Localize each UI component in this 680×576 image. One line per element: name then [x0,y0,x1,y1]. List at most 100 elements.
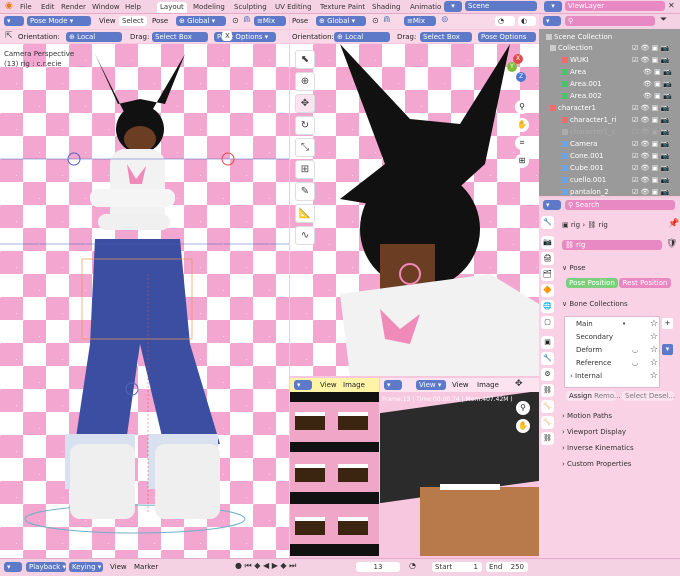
drag-dropdown[interactable]: Select Box [152,32,208,42]
outliner-row[interactable]: character1_c ☐ 👁 ▣ 📷 [540,127,680,138]
star-icon[interactable]: ☆ [650,331,658,344]
image-editor-1-view-menu[interactable]: View [320,380,337,390]
data-tab-icon[interactable]: 🦴 [541,400,554,413]
outliner-row[interactable]: Cube.001 ☑ 👁 ▣ 📷 [540,163,680,174]
tab-shading[interactable]: Shading [369,2,403,13]
grid-icon[interactable]: ⊞ [515,154,529,168]
play-icon[interactable]: ▶ [272,561,278,570]
menu-window[interactable]: Window [92,2,120,12]
outliner-scene-collection[interactable]: Scene Collection [540,32,680,43]
current-frame-field[interactable]: 13 [356,562,400,572]
scene-icon[interactable]: ▾ [444,1,462,12]
menu-pose[interactable]: Pose [152,16,168,26]
bone-collection-item[interactable]: Deform ◡ ☆ [570,344,660,357]
outliner-row[interactable]: WUKI ☑ 👁 ▣ 📷 [540,55,680,66]
outliner-row[interactable]: character1 ☑ 👁 ▣ 📷 [540,103,680,114]
outliner-row[interactable]: cuello.001 ☑ 👁 ▣ 📷 [540,175,680,186]
bone-collections-header[interactable]: ∨ Bone Collections [562,298,677,310]
image-editor-2-canvas[interactable] [380,392,539,556]
image-editor-2-pin-icon[interactable]: ✥ [515,379,523,389]
transform-orientation[interactable]: ⊕ Global ▾ [176,16,226,26]
scene-selector[interactable]: Scene [465,1,537,11]
menu-render[interactable]: Render [61,2,86,12]
start-frame-field[interactable]: Start 1 [432,562,482,572]
keying-menu[interactable]: Keying ▾ [69,562,103,572]
close-icon[interactable]: ✕ [668,1,675,10]
image-editor-2-image-menu[interactable]: Image [477,380,499,390]
modifier-tab-icon[interactable]: 🔧 [541,352,554,365]
rest-position-button[interactable]: Rest Position [619,278,671,288]
tab-layout[interactable]: Layout [157,2,187,13]
outliner-row[interactable]: Area.002 👁 ▣ 📷 [540,91,680,102]
camera-icon[interactable]: ⌗ [515,136,529,150]
prev-key-icon[interactable]: ◆ [254,561,260,570]
bone-collection-item[interactable]: Main • ☆ [570,318,660,331]
right-mix-selector[interactable]: ≡Mix [404,16,436,26]
add-collection-button[interactable]: + [662,318,673,329]
clock-icon[interactable]: ◔ [409,561,416,570]
motion-paths-section[interactable]: › Motion Paths [562,410,677,422]
custom-properties-section[interactable]: › Custom Properties [562,458,677,470]
playback-menu[interactable]: Playback ▾ [26,562,66,572]
outliner-type-icon[interactable]: ▾ [543,16,561,26]
tab-uv-editing[interactable]: UV Editing [272,2,315,13]
jump-end-icon[interactable]: ⏭ [289,561,296,570]
right-transform-orientation[interactable]: ⊕ Global ▾ [316,16,366,26]
constraint-tab-icon[interactable]: ⛓ [541,384,554,397]
image-editor-2-type-icon[interactable]: ▾ [384,380,402,390]
star-icon[interactable]: ☆ [650,318,658,331]
tab-modeling[interactable]: Modeling [190,2,228,13]
outliner-row[interactable]: Cone.001 ☑ 👁 ▣ 📷 [540,151,680,162]
outliner-row[interactable]: Camera ☑ 👁 ▣ 📷 [540,139,680,150]
select-button[interactable]: Select [625,392,647,400]
right-orientation-dropdown[interactable]: ⊕ Local [334,32,390,42]
collection-menu-button[interactable]: ▾ [662,344,673,355]
record-icon[interactable]: ● [235,561,242,570]
bone-collection-item[interactable]: › Internal ☆ [570,370,660,383]
gizmo-z[interactable]: Z [516,72,526,82]
hand-icon[interactable]: ✋ [515,118,529,132]
editor-type-icon[interactable]: ▾ [4,16,24,26]
viewport-display-section[interactable]: › Viewport Display [562,426,677,438]
pivot-icon[interactable]: ⊙ [232,16,239,25]
shield-icon[interactable]: 🛡 [666,239,677,249]
blender-logo-icon[interactable]: ◉ [5,1,15,11]
star-icon[interactable]: ☆ [650,370,658,383]
tab-sculpting[interactable]: Sculpting [231,2,270,13]
next-key-icon[interactable]: ◆ [280,561,286,570]
name-field[interactable]: ⛓ rig [562,240,662,250]
view-layer-tab-icon[interactable]: 🗂 [541,268,554,281]
remove-button[interactable]: Remo... [594,392,621,400]
menu-view[interactable]: View [99,16,116,26]
gizmo-y[interactable]: Y [507,62,517,72]
view-layer-selector[interactable]: ViewLayer [565,1,665,11]
bone-collection-item[interactable]: Reference ◡ ☆ [570,357,660,370]
image-editor-1-canvas[interactable] [290,392,379,556]
filter-icon[interactable]: ⏷ [660,15,667,25]
pose-position-button[interactable]: Pose Position [566,278,618,288]
bone-collection-item[interactable]: Secondary ☆ [570,331,660,344]
bone-constraint-tab-icon[interactable]: ⛓ [541,432,554,445]
image-editor-2-view-menu[interactable]: View [452,380,469,390]
image-editor-1-type-icon[interactable]: ▾ [294,380,312,390]
tab-animation[interactable]: Animatio [407,2,444,13]
output-tab-icon[interactable]: 🖨 [541,252,554,265]
image-zoom-icon[interactable]: ⚲ [516,401,530,415]
view-layer-icon[interactable]: ▾ [544,1,562,12]
close-x-button[interactable]: X [222,31,232,41]
outliner-row[interactable]: character1_ri ☑ 👁 ▣ 📷 [540,115,680,126]
image-editor-1-image-menu[interactable]: Image [343,380,365,390]
play-reverse-icon[interactable]: ◀ [263,561,269,570]
outliner-row[interactable]: pantalon_2 ☑ 👁 ▣ 📷 [540,187,680,198]
outliner-row[interactable]: Area 👁 ▣ 📷 [540,67,680,78]
zoom-icon[interactable]: ⚲ [515,100,529,114]
orientation-dropdown[interactable]: ⊕ Local [66,32,122,42]
right-pose-options-button[interactable]: Pose Options [478,32,536,42]
outliner-search[interactable]: ⚲ [565,16,655,26]
object-tab-icon[interactable]: ▣ [541,336,554,349]
pin-icon[interactable]: 📌 [668,219,679,229]
mode-selector[interactable]: Pose Mode ▾ [27,16,91,26]
proportional-icon[interactable]: ⊚ [441,15,449,25]
image-editor-2-view-button[interactable]: View ▾ [416,380,446,390]
navigation-gizmo[interactable]: X Y Z [486,50,532,96]
